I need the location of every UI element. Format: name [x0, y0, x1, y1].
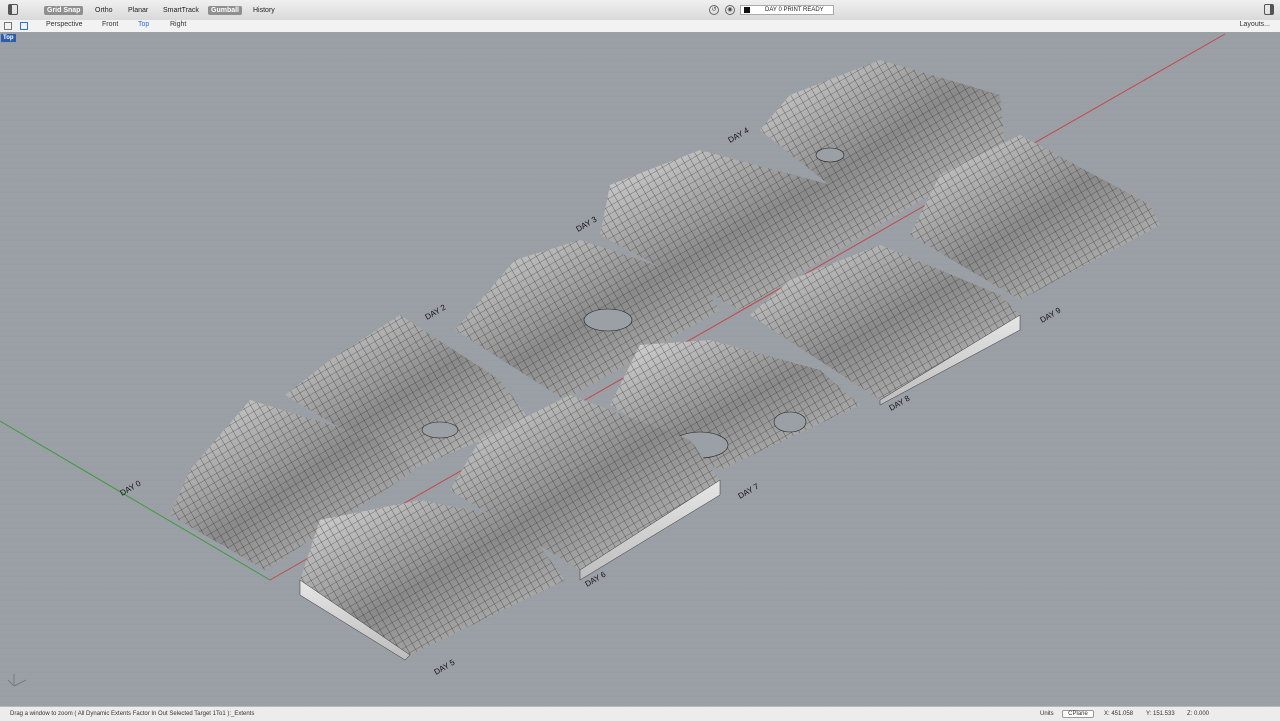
- command-prompt: Drag a window to zoom ( All Dynamic Exte…: [10, 711, 255, 717]
- back-icon[interactable]: ↺: [709, 5, 719, 15]
- tab-right[interactable]: Right: [170, 21, 186, 28]
- status-text: DAY 0 PRINT READY: [765, 7, 824, 13]
- status-bar: Drag a window to zoom ( All Dynamic Exte…: [0, 706, 1280, 721]
- tab-front[interactable]: Front: [102, 21, 118, 28]
- layouts-button[interactable]: Layouts...: [1240, 21, 1270, 28]
- record-icon[interactable]: ◉: [725, 5, 735, 15]
- cplane-dropdown[interactable]: CPlane: [1062, 710, 1094, 718]
- toggle-history[interactable]: History: [250, 6, 278, 15]
- tab-perspective[interactable]: Perspective: [46, 21, 83, 28]
- grid-layout-icon[interactable]: [4, 22, 12, 30]
- tab-top[interactable]: Top: [138, 21, 149, 28]
- viewport-canvas[interactable]: DAY 0 DAY 2 DAY 3 DAY 4 DAY 5 DAY 6 DAY …: [0, 32, 1280, 706]
- color-swatch: [744, 7, 750, 13]
- toggle-gumball[interactable]: Gumball: [208, 6, 243, 15]
- toggle-smarttrack[interactable]: SmartTrack: [160, 6, 202, 15]
- viewport-name-label[interactable]: Top: [1, 34, 16, 42]
- toggle-grid-snap[interactable]: Grid Snap: [44, 6, 84, 15]
- y-coordinate: Y: 151.533: [1146, 711, 1175, 717]
- toggle-ortho[interactable]: Ortho: [92, 6, 116, 15]
- z-coordinate: Z: 0.000: [1187, 711, 1210, 717]
- top-toolbar: Grid Snap Ortho Planar SmartTrack Gumbal…: [0, 0, 1280, 21]
- scene-svg: DAY 0 DAY 2 DAY 3 DAY 4 DAY 5 DAY 6 DAY …: [0, 32, 1280, 706]
- sidebar-right-icon[interactable]: [1264, 4, 1274, 15]
- toggle-planar[interactable]: Planar: [125, 6, 151, 15]
- single-view-icon[interactable]: [20, 22, 28, 30]
- x-coordinate: X: 451.058: [1104, 711, 1134, 717]
- status-display: DAY 0 PRINT READY: [740, 5, 834, 15]
- units-label[interactable]: Units: [1040, 711, 1054, 717]
- sidebar-left-icon[interactable]: [8, 4, 18, 15]
